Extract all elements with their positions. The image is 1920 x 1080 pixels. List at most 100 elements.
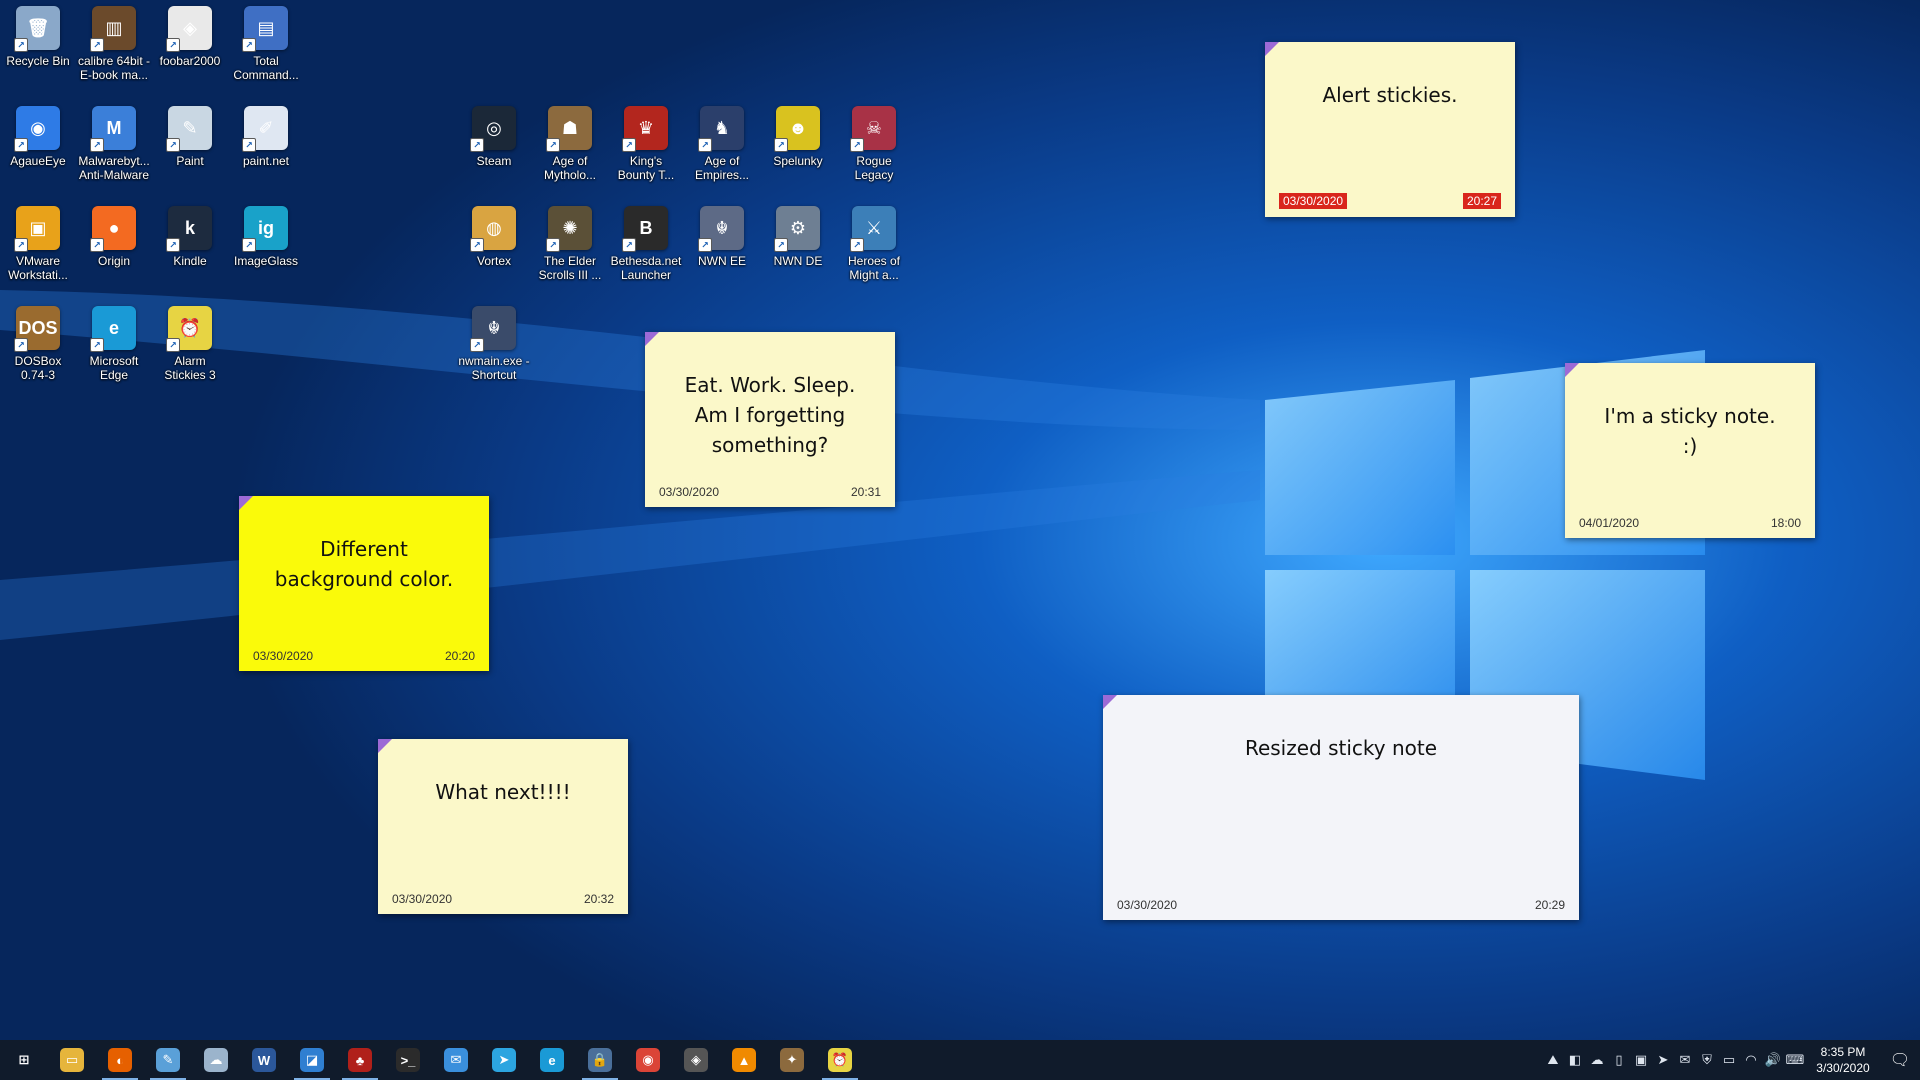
taskbar-telegram-button[interactable]: ➤ [480, 1040, 528, 1080]
tray-icon[interactable]: ⌨ [1784, 1040, 1806, 1080]
desktop-icon-imageglass[interactable]: ig ↗ ImageGlass [228, 206, 304, 302]
tray-icon[interactable]: ▭ [1718, 1040, 1740, 1080]
taskbar-app7-button[interactable]: ♣ [336, 1040, 384, 1080]
taskbar-file-explorer-button[interactable]: ▭ [48, 1040, 96, 1080]
note-corner-icon[interactable] [1103, 695, 1117, 709]
tray-icon[interactable]: ▯ [1608, 1040, 1630, 1080]
note-text[interactable]: Resized sticky note [1113, 733, 1569, 763]
taskbar-terminal-button[interactable]: >_ [384, 1040, 432, 1080]
desktop-icon-label: Steam [476, 154, 512, 168]
vlc-icon: ▲ [732, 1048, 756, 1072]
clock-time: 8:35 PM [1820, 1045, 1866, 1059]
desktop-icon-label: Microsoft Edge [89, 354, 139, 382]
note-corner-icon[interactable] [1565, 363, 1579, 377]
cloud-app-icon: ☁ [204, 1048, 228, 1072]
desktop-icon-nwmain[interactable]: ☬ ↗ nwmain.exe - Shortcut [456, 306, 532, 402]
note-text[interactable]: Different background color. [249, 534, 479, 594]
shortcut-arrow-icon: ↗ [90, 38, 104, 52]
sticky-note-what-next[interactable]: What next!!!! 03/30/2020 20:32 [378, 739, 628, 914]
desktop-icon-vortex[interactable]: ◍ ↗ Vortex [456, 206, 532, 302]
sticky-note-eat-work-sleep[interactable]: Eat. Work. Sleep. Am I forgetting someth… [645, 332, 895, 507]
taskbar-firefox-button[interactable]: ◐ [96, 1040, 144, 1080]
age-of-mythology-icon: ☗ ↗ [546, 106, 592, 152]
note-text[interactable]: Eat. Work. Sleep. Am I forgetting someth… [655, 370, 885, 460]
taskbar-foobar-button[interactable]: ◈ [672, 1040, 720, 1080]
tray-icon[interactable]: ▣ [1630, 1040, 1652, 1080]
sticky-note-sticky-note[interactable]: I'm a sticky note. :) 04/01/2020 18:00 [1565, 363, 1815, 538]
desktop-icon-spelunky[interactable]: ☻ ↗ Spelunky [760, 106, 836, 202]
foobar2000-icon: ◈ [684, 1048, 708, 1072]
bethesda-icon: B ↗ [622, 206, 668, 252]
taskbar-start-button[interactable]: ⊞ [0, 1040, 48, 1080]
nwmain-icon: ☬ ↗ [470, 306, 516, 352]
desktop-icon-foobar2000[interactable]: ◈ ↗ foobar2000 [152, 6, 228, 102]
desktop-icon-vmware[interactable]: ▣ ↗ VMware Workstati... [0, 206, 76, 302]
taskbar-app16-button[interactable]: ✦ [768, 1040, 816, 1080]
desktop-icon-bethesda[interactable]: B ↗ Bethesda.net Launcher [608, 206, 684, 302]
taskbar-word-button[interactable]: W [240, 1040, 288, 1080]
desktop-icon-malwarebytes[interactable]: M ↗ Malwarebyt... Anti-Malware [76, 106, 152, 202]
taskbar-outlook-button[interactable]: ◪ [288, 1040, 336, 1080]
tray-icon[interactable]: ☁ [1586, 1040, 1608, 1080]
system-tray: ⛰ ◧ ☁ ▯ ▣ ➤ ✉ ⛨ ▭ ◠ 🔊 ⌨ 8:35 PM 3/30/2020 🗨 [1542, 1040, 1920, 1080]
taskbar-clock[interactable]: 8:35 PM 3/30/2020 [1806, 1044, 1880, 1076]
desktop-icon-total-commander[interactable]: ▤ ↗ Total Command... [228, 6, 304, 102]
desktop-icon-edge[interactable]: e ↗ Microsoft Edge [76, 306, 152, 402]
shortcut-arrow-icon: ↗ [698, 238, 712, 252]
shortcut-arrow-icon: ↗ [622, 138, 636, 152]
mail-icon: ✉ [444, 1048, 468, 1072]
taskbar-keepass-button[interactable]: 🔒 [576, 1040, 624, 1080]
imageglass-icon: ig ↗ [242, 206, 288, 252]
desktop-icon-rogue-legacy[interactable]: ☠ ↗ Rogue Legacy [836, 106, 912, 202]
vmware-icon: ▣ ↗ [14, 206, 60, 252]
desktop-icon-age-mythology[interactable]: ☗ ↗ Age of Mytholo... [532, 106, 608, 202]
tray-icon[interactable]: ⛰ [1542, 1040, 1564, 1080]
tray-icon[interactable]: ➤ [1652, 1040, 1674, 1080]
desktop-icon-paint-net[interactable]: ✐ ↗ paint.net [228, 106, 304, 202]
desktop-icon-recycle-bin[interactable]: 🗑 ↗ Recycle Bin [0, 6, 76, 102]
note-corner-icon[interactable] [239, 496, 253, 510]
taskbar-alarm-stickies-button[interactable]: ⏰ [816, 1040, 864, 1080]
shortcut-arrow-icon: ↗ [850, 238, 864, 252]
tray-icon[interactable]: 🔊 [1762, 1040, 1784, 1080]
taskbar-notepad-button[interactable]: ✎ [144, 1040, 192, 1080]
desktop-icon-dosbox[interactable]: DOS ↗ DOSBox 0.74-3 [0, 306, 76, 402]
shortcut-arrow-icon: ↗ [14, 338, 28, 352]
desktop-icon-age-empires[interactable]: ♞ ↗ Age of Empires... [684, 106, 760, 202]
note-corner-icon[interactable] [645, 332, 659, 346]
desktop-icon-calibre[interactable]: ▥ ↗ calibre 64bit - E-book ma... [76, 6, 152, 102]
tray-icon[interactable]: ✉ [1674, 1040, 1696, 1080]
action-center-icon[interactable]: 🗨 [1880, 1040, 1920, 1080]
desktop-icon-kings-bounty[interactable]: ♛ ↗ King's Bounty T... [608, 106, 684, 202]
note-date: 03/30/2020 [1279, 193, 1348, 209]
desktop-icon-label: calibre 64bit - E-book ma... [77, 54, 151, 82]
recycle-bin-icon: 🗑 ↗ [14, 6, 60, 52]
note-text[interactable]: Alert stickies. [1275, 80, 1505, 110]
desktop-icon-steam[interactable]: ◎ ↗ Steam [456, 106, 532, 202]
desktop-icon-paint[interactable]: ✎ ↗ Paint [152, 106, 228, 202]
note-corner-icon[interactable] [378, 739, 392, 753]
taskbar-app4-button[interactable]: ☁ [192, 1040, 240, 1080]
note-text[interactable]: I'm a sticky note. :) [1575, 401, 1805, 461]
note-corner-icon[interactable] [1265, 42, 1279, 56]
sticky-note-alert[interactable]: Alert stickies. 03/30/2020 20:27 [1265, 42, 1515, 217]
tray-icon[interactable]: ◠ [1740, 1040, 1762, 1080]
note-text[interactable]: What next!!!! [388, 777, 618, 807]
tray-icon[interactable]: ◧ [1564, 1040, 1586, 1080]
desktop-icon-agaueeye[interactable]: ◉ ↗ AgaueEye [0, 106, 76, 202]
sticky-note-different-bg[interactable]: Different background color. 03/30/2020 20:… [239, 496, 489, 671]
desktop-icon-heroes[interactable]: ⚔ ↗ Heroes of Might a... [836, 206, 912, 302]
desktop-icon-kindle[interactable]: k ↗ Kindle [152, 206, 228, 302]
desktop-icon-elder-scrolls[interactable]: ✺ ↗ The Elder Scrolls III ... [532, 206, 608, 302]
taskbar-edge-button[interactable]: e [528, 1040, 576, 1080]
tray-icon[interactable]: ⛨ [1696, 1040, 1718, 1080]
desktop-icon-nwn-ee[interactable]: ☬ ↗ NWN EE [684, 206, 760, 302]
sticky-note-resized[interactable]: Resized sticky note 03/30/2020 20:29 [1103, 695, 1579, 920]
taskbar-vlc-button[interactable]: ▲ [720, 1040, 768, 1080]
taskbar-chrome-button[interactable]: ◉ [624, 1040, 672, 1080]
desktop-icon-alarm-stickies[interactable]: ⏰ ↗ Alarm Stickies 3 [152, 306, 228, 402]
desktop-icon-origin[interactable]: ● ↗ Origin [76, 206, 152, 302]
taskbar-mail-button[interactable]: ✉ [432, 1040, 480, 1080]
desktop-icon-nwn-de[interactable]: ⚙ ↗ NWN DE [760, 206, 836, 302]
nwn-ee-icon: ☬ ↗ [698, 206, 744, 252]
